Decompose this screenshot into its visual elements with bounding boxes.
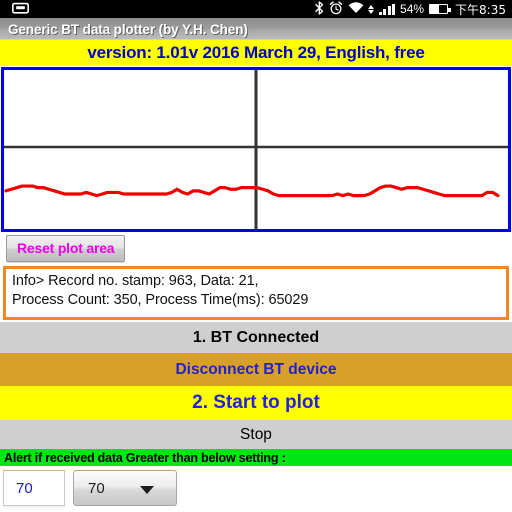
android-status-bar: 54% 下午8:35 <box>0 0 512 18</box>
screenshot-icon <box>12 2 29 16</box>
plot-canvas <box>4 70 508 229</box>
alert-threshold-spinner[interactable]: 70 <box>73 470 177 506</box>
reset-plot-area-button[interactable]: Reset plot area <box>6 235 126 262</box>
alert-threshold-input[interactable] <box>3 470 65 506</box>
app-root: 54% 下午8:35 Generic BT data plotter (by Y… <box>0 0 512 512</box>
wifi-icon <box>348 2 364 16</box>
info-line-1: Info> Record no. stamp: 963, Data: 21, <box>12 273 259 289</box>
app-title: Generic BT data plotter (by Y.H. Chen) <box>8 21 248 37</box>
start-to-plot-button[interactable]: 2. Start to plot <box>0 386 512 420</box>
data-trace <box>4 184 500 198</box>
chevron-down-icon <box>140 486 154 494</box>
alert-setting-label: Alert if received data Greater than belo… <box>0 449 512 466</box>
stop-button[interactable]: Stop <box>0 420 512 449</box>
spinner-selected-value: 70 <box>88 479 105 497</box>
battery-percent-label: 54% <box>400 2 425 16</box>
info-box: Info> Record no. stamp: 963, Data: 21, P… <box>3 266 509 320</box>
alert-threshold-row: 70 <box>0 466 512 506</box>
disconnect-bt-device-button[interactable]: Disconnect BT device <box>0 353 512 386</box>
data-updown-icon <box>367 4 374 14</box>
bt-connection-status-button[interactable]: 1. BT Connected <box>0 322 512 353</box>
status-bar-right-icons: 54% 下午8:35 <box>314 1 512 18</box>
reset-button-row: Reset plot area <box>0 232 512 264</box>
version-banner: version: 1.01v 2016 March 29, English, f… <box>0 40 512 66</box>
plot-area[interactable] <box>1 67 511 232</box>
alarm-clock-icon <box>329 1 343 17</box>
status-bar-left-icons <box>0 2 29 16</box>
app-title-bar: Generic BT data plotter (by Y.H. Chen) <box>0 18 512 40</box>
info-line-2: Process Count: 350, Process Time(ms): 65… <box>12 292 309 308</box>
battery-icon <box>429 4 452 14</box>
cellular-signal-icon <box>378 3 396 15</box>
clock-label: 下午8:35 <box>455 2 506 17</box>
bluetooth-icon <box>314 1 324 17</box>
